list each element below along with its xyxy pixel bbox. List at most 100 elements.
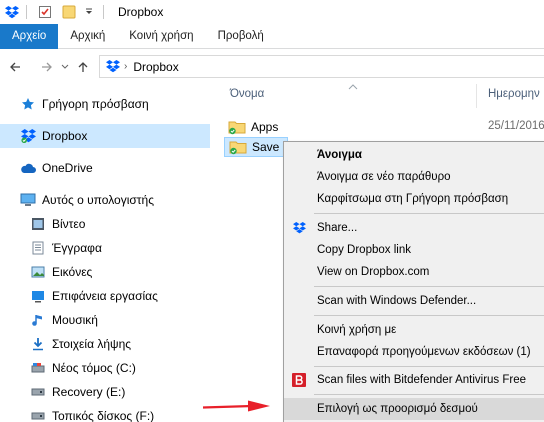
menu-item-pin-quick-access[interactable]: Καρφίτσωμα στη Γρήγορη πρόσβαση xyxy=(284,188,544,210)
menu-separator xyxy=(314,213,544,214)
nav-label: Έγγραφα xyxy=(52,241,102,255)
nav-item-music[interactable]: Μουσική xyxy=(0,308,210,332)
dropbox-icon[interactable] xyxy=(4,4,20,20)
up-arrow-icon[interactable] xyxy=(72,56,94,78)
title-bar: Dropbox xyxy=(0,0,544,24)
tab-home[interactable]: Αρχική xyxy=(58,24,117,49)
desktop-icon xyxy=(30,288,46,304)
menu-item-open[interactable]: Άνοιγμα xyxy=(284,144,544,166)
menu-item-restore-versions[interactable]: Επαναφορά προηγούμενων εκδόσεων (1) xyxy=(284,341,544,363)
nav-label: Αυτός ο υπολογιστής xyxy=(42,193,154,207)
menu-item-label: Άνοιγμα xyxy=(317,149,362,161)
navigation-pane: Γρήγορη πρόσβαση Dropbox OneDrive Αυτός … xyxy=(0,84,210,422)
menu-separator xyxy=(314,286,544,287)
menu-item-label: Scan with Windows Defender... xyxy=(317,295,477,307)
menu-separator xyxy=(314,394,544,395)
nav-item-pictures[interactable]: Εικόνες xyxy=(0,260,210,284)
column-divider[interactable] xyxy=(476,84,477,108)
back-arrow-icon[interactable] xyxy=(4,56,26,78)
menu-item-label: View on Dropbox.com xyxy=(317,266,430,278)
menu-item-share-with[interactable]: Κοινή χρήση με xyxy=(284,319,544,341)
recent-locations-icon[interactable] xyxy=(60,56,70,78)
menu-separator xyxy=(314,366,544,367)
menu-item-label: Καρφίτσωμα στη Γρήγορη πρόσβαση xyxy=(317,193,509,205)
menu-item-label: Επαναφορά προηγούμενων εκδόσεων (1) xyxy=(317,346,531,358)
file-name: Apps xyxy=(251,120,279,134)
nav-label: Βίντεο xyxy=(52,217,86,231)
star-icon xyxy=(20,96,36,112)
divider xyxy=(26,5,27,19)
nav-label: Recovery (E:) xyxy=(52,385,126,399)
selection-highlight: Save xyxy=(224,137,289,157)
tab-view[interactable]: Προβολή xyxy=(206,24,276,49)
breadcrumb-dropbox[interactable]: Dropbox xyxy=(133,60,178,74)
nav-item-onedrive[interactable]: OneDrive xyxy=(0,156,210,180)
menu-item-scan-bitdefender[interactable]: Scan files with Bitdefender Antivirus Fr… xyxy=(284,369,544,391)
nav-label: Στοιχεία λήψης xyxy=(52,337,132,351)
video-icon xyxy=(30,216,46,232)
ribbon-tabs: Αρχείο Αρχική Κοινή χρήση Προβολή xyxy=(0,24,544,49)
nav-item-this-pc[interactable]: Αυτός ο υπολογιστής xyxy=(0,188,210,212)
forward-arrow-icon[interactable] xyxy=(36,56,58,78)
nav-label: Γρήγορη πρόσβαση xyxy=(42,97,149,111)
nav-label: Dropbox xyxy=(42,129,88,143)
quick-access-dropdown-icon[interactable] xyxy=(81,4,97,20)
properties-icon[interactable] xyxy=(37,4,53,20)
nav-item-drive-e[interactable]: Recovery (E:) xyxy=(0,380,210,404)
menu-item-label: Scan files with Bitdefender Antivirus Fr… xyxy=(317,374,527,386)
window-title: Dropbox xyxy=(118,5,164,19)
pictures-icon xyxy=(30,264,46,280)
dropbox-icon xyxy=(291,220,307,236)
column-header-date[interactable]: Ημερομην xyxy=(488,88,540,100)
new-folder-icon[interactable] xyxy=(61,4,77,20)
dropbox-icon xyxy=(20,128,36,144)
onedrive-icon xyxy=(20,160,36,176)
file-name: Save xyxy=(252,140,280,154)
menu-item-set-link-target[interactable]: Επιλογή ως προορισμό δεσμού xyxy=(284,398,544,420)
menu-item-copy-dropbox-link[interactable]: Copy Dropbox link xyxy=(284,239,544,261)
menu-item-label: Άνοιγμα σε νέο παράθυρο xyxy=(317,171,451,183)
drive-icon xyxy=(30,384,46,400)
music-icon xyxy=(30,312,46,328)
red-arrow-icon xyxy=(202,400,270,412)
address-row: › Dropbox xyxy=(0,50,544,83)
nav-label: Επιφάνεια εργασίας xyxy=(52,289,158,303)
drive-icon xyxy=(30,360,46,376)
tab-share[interactable]: Κοινή χρήση xyxy=(117,24,205,49)
synced-folder-icon xyxy=(229,139,247,155)
nav-item-downloads[interactable]: Στοιχεία λήψης xyxy=(0,332,210,356)
drive-icon xyxy=(30,408,46,422)
nav-item-quick-access[interactable]: Γρήγορη πρόσβαση xyxy=(0,92,210,116)
menu-item-share[interactable]: Share... xyxy=(284,217,544,239)
nav-label: Νέος τόμος (C:) xyxy=(52,361,136,375)
menu-item-label: Κοινή χρήση με xyxy=(317,324,397,336)
menu-item-label: Share... xyxy=(317,222,358,234)
downloads-icon xyxy=(30,336,46,352)
nav-label: OneDrive xyxy=(42,161,93,175)
address-bar[interactable]: › Dropbox xyxy=(99,55,544,78)
menu-item-scan-defender[interactable]: Scan with Windows Defender... xyxy=(284,290,544,312)
file-date: 25/11/2016 xyxy=(488,120,544,132)
nav-item-drive-c[interactable]: Νέος τόμος (C:) xyxy=(0,356,210,380)
nav-label: Μουσική xyxy=(52,313,98,327)
menu-separator xyxy=(314,315,544,316)
menu-item-view-on-dropbox[interactable]: View on Dropbox.com xyxy=(284,261,544,283)
column-header-name[interactable]: Όνομα xyxy=(230,88,264,100)
nav-item-dropbox[interactable]: Dropbox xyxy=(0,124,210,148)
menu-item-open-new-window[interactable]: Άνοιγμα σε νέο παράθυρο xyxy=(284,166,544,188)
menu-item-label: Copy Dropbox link xyxy=(317,244,411,256)
nav-item-documents[interactable]: Έγγραφα xyxy=(0,236,210,260)
breadcrumb-separator-icon[interactable]: › xyxy=(124,61,127,72)
synced-folder-icon xyxy=(228,119,246,135)
menu-item-label: Επιλογή ως προορισμό δεσμού xyxy=(317,403,478,415)
computer-icon xyxy=(20,192,36,208)
nav-item-drive-f[interactable]: Τοπικός δίσκος (F:) xyxy=(0,404,210,422)
nav-item-videos[interactable]: Βίντεο xyxy=(0,212,210,236)
sort-ascending-icon xyxy=(348,82,358,92)
tab-file[interactable]: Αρχείο xyxy=(0,24,59,49)
bitdefender-icon xyxy=(291,372,307,388)
nav-item-desktop[interactable]: Επιφάνεια εργασίας xyxy=(0,284,210,308)
documents-icon xyxy=(30,240,46,256)
divider xyxy=(103,5,104,19)
context-menu: Άνοιγμα Άνοιγμα σε νέο παράθυρο Καρφίτσω… xyxy=(283,141,544,422)
